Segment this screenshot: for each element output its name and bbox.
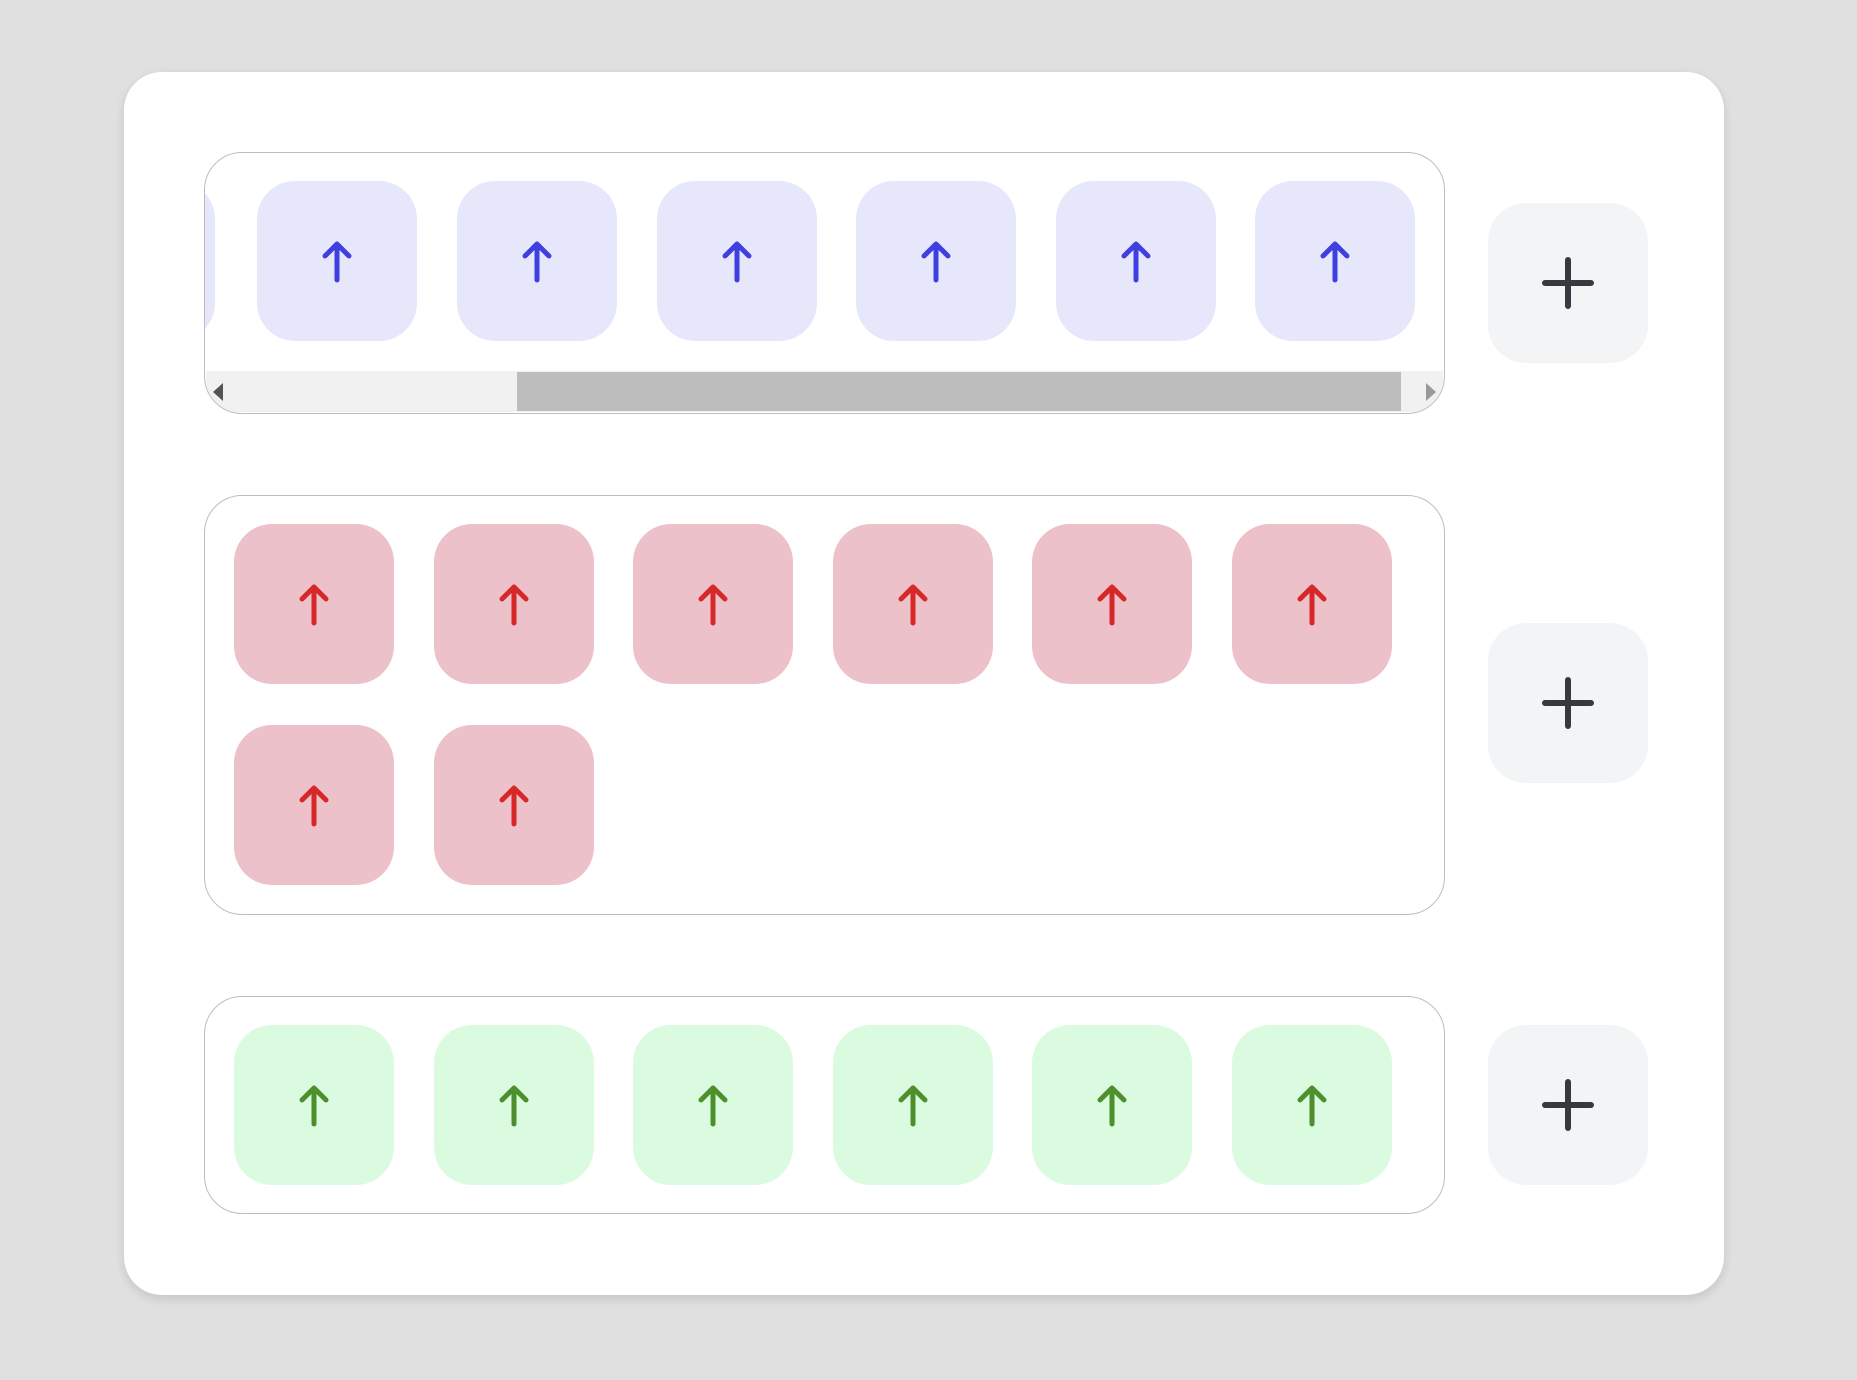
plus-icon — [1542, 677, 1594, 729]
arrow-up-icon — [1297, 584, 1327, 626]
arrow-up-icon — [898, 1085, 928, 1127]
tile-partial[interactable] — [205, 181, 215, 341]
tile[interactable] — [633, 524, 793, 684]
arrow-up-icon — [299, 584, 329, 626]
add-tile-button-green[interactable] — [1488, 1025, 1648, 1185]
arrow-up-icon — [722, 241, 752, 283]
tile[interactable] — [234, 524, 394, 684]
tile[interactable] — [234, 725, 394, 885]
arrow-up-icon — [698, 584, 728, 626]
tile[interactable] — [434, 1025, 594, 1185]
scroll-right-button[interactable] — [1419, 371, 1443, 412]
tile-track-green[interactable] — [204, 996, 1445, 1214]
arrow-up-icon — [1320, 241, 1350, 283]
scroll-left-button[interactable] — [206, 371, 230, 412]
arrow-up-icon — [1121, 241, 1151, 283]
arrow-up-icon — [299, 1085, 329, 1127]
arrow-up-icon — [1297, 1085, 1327, 1127]
chevron-left-icon — [213, 382, 223, 401]
tile[interactable] — [434, 524, 594, 684]
tile[interactable] — [1232, 1025, 1392, 1185]
arrow-up-icon — [921, 241, 951, 283]
tile[interactable] — [434, 725, 594, 885]
tile[interactable] — [856, 181, 1016, 341]
add-tile-button-blue[interactable] — [1488, 203, 1648, 363]
arrow-up-icon — [522, 241, 552, 283]
chevron-right-icon — [1426, 382, 1436, 401]
tile[interactable] — [1056, 181, 1216, 341]
horizontal-scrollbar[interactable] — [206, 371, 1443, 412]
tile[interactable] — [1032, 524, 1192, 684]
arrow-up-icon — [322, 241, 352, 283]
arrow-up-icon — [499, 584, 529, 626]
tile[interactable] — [1255, 181, 1415, 341]
arrow-up-icon — [1097, 1085, 1127, 1127]
arrow-up-icon — [898, 584, 928, 626]
tile[interactable] — [1032, 1025, 1192, 1185]
arrow-up-icon — [698, 1085, 728, 1127]
tile-track-blue[interactable] — [204, 152, 1445, 414]
tile[interactable] — [657, 181, 817, 341]
tile[interactable] — [257, 181, 417, 341]
tile[interactable] — [633, 1025, 793, 1185]
tile[interactable] — [833, 524, 993, 684]
tile-track-red[interactable] — [204, 495, 1445, 915]
arrow-up-icon — [499, 785, 529, 827]
plus-icon — [1542, 257, 1594, 309]
main-panel — [124, 72, 1724, 1295]
plus-icon — [1542, 1079, 1594, 1131]
tile[interactable] — [1232, 524, 1392, 684]
scrollbar-thumb[interactable] — [517, 372, 1401, 411]
tile[interactable] — [234, 1025, 394, 1185]
arrow-up-icon — [1097, 584, 1127, 626]
add-tile-button-red[interactable] — [1488, 623, 1648, 783]
arrow-up-icon — [499, 1085, 529, 1127]
arrow-up-icon — [299, 785, 329, 827]
tile[interactable] — [457, 181, 617, 341]
tile[interactable] — [833, 1025, 993, 1185]
